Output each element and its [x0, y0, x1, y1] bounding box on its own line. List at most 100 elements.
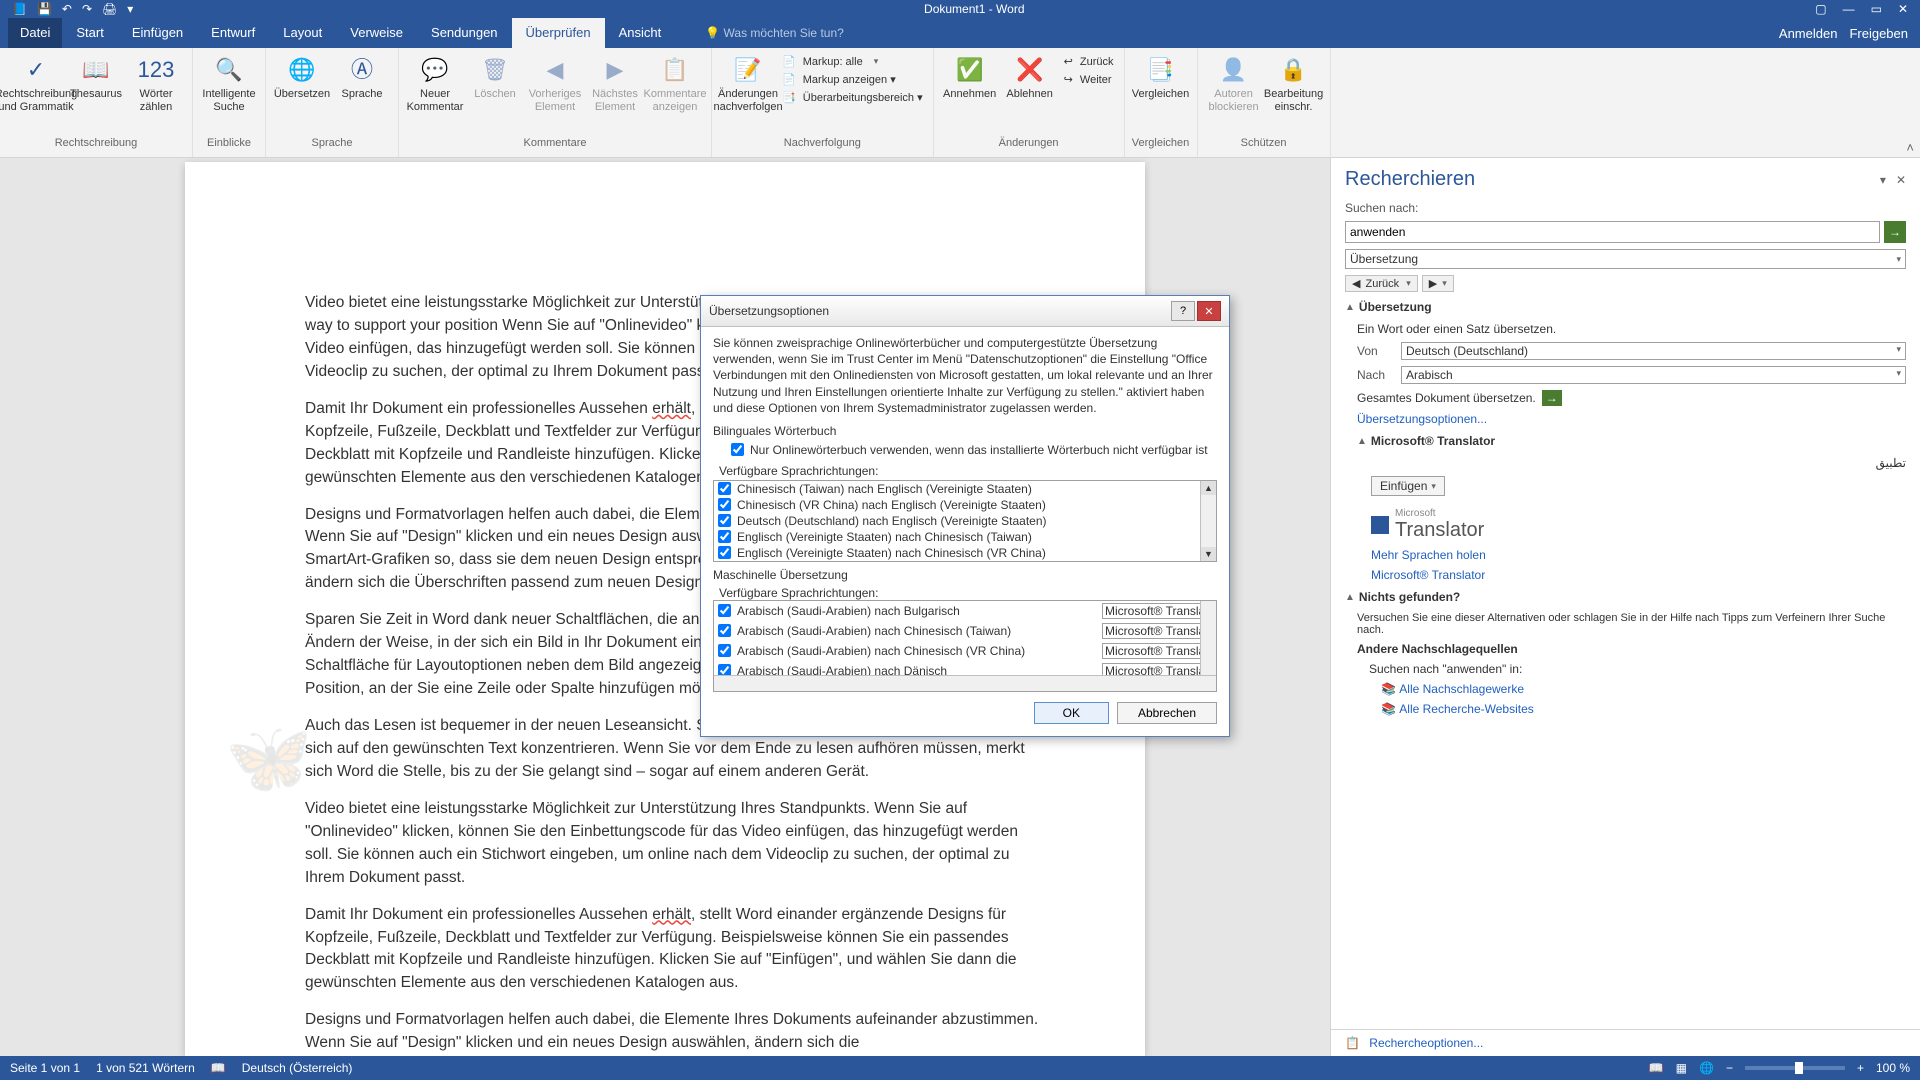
language-button[interactable]: ⒶSprache	[332, 50, 392, 101]
tab-verweise[interactable]: Verweise	[336, 18, 417, 48]
from-language-select[interactable]: Deutsch (Deutschland)▾	[1401, 342, 1906, 360]
ribbon-display-icon[interactable]: ▢	[1815, 2, 1826, 16]
translation-options-link[interactable]: Übersetzungsoptionen...	[1345, 412, 1906, 426]
prev-comment-button[interactable]: ◀Vorheriges Element	[525, 50, 585, 114]
delete-comment-button[interactable]: 🗑Löschen	[465, 50, 525, 101]
more-languages-link[interactable]: Mehr Sprachen holen	[1345, 548, 1906, 562]
all-reference-link[interactable]: 📚 Alle Nachschlagewerke	[1345, 682, 1906, 696]
close-window-icon[interactable]: ✕	[1898, 2, 1908, 16]
cancel-button[interactable]: Abbrechen	[1117, 702, 1217, 724]
undo-icon[interactable]: ↶	[62, 2, 72, 16]
thesaurus-button[interactable]: 📖Thesaurus	[66, 50, 126, 101]
list-item-checkbox[interactable]	[718, 624, 731, 637]
track-changes-button[interactable]: 📝Änderungen nachverfolgen	[718, 50, 778, 114]
print-layout-icon[interactable]: ▦	[1676, 1061, 1687, 1075]
word-count-button[interactable]: 123Wörter zählen	[126, 50, 186, 114]
list-item-label: Chinesisch (Taiwan) nach Englisch (Verei…	[737, 482, 1032, 496]
redo-icon[interactable]: ↷	[82, 2, 92, 16]
page-number-status[interactable]: Seite 1 von 1	[10, 1061, 80, 1075]
tell-me-input[interactable]: 💡 Was möchten Sie tun?	[705, 18, 844, 48]
spell-check-status-icon[interactable]: 📖	[211, 1061, 226, 1075]
bilingual-listbox[interactable]: Chinesisch (Taiwan) nach Englisch (Verei…	[713, 480, 1217, 562]
forward-button[interactable]: ▶ ▾	[1422, 275, 1454, 292]
list-item-checkbox[interactable]	[718, 514, 731, 527]
zoom-slider[interactable]	[1745, 1066, 1845, 1070]
provider-select[interactable]: Microsoft® Translatc	[1102, 603, 1212, 619]
spelling-button[interactable]: ✓Rechtschreibung und Grammatik	[6, 50, 66, 114]
research-options-link[interactable]: 📋 Rechercheoptionen...	[1331, 1029, 1920, 1056]
share-button[interactable]: Freigeben	[1849, 26, 1908, 41]
back-button[interactable]: ◀ Zurück ▾	[1345, 275, 1418, 292]
provider-select[interactable]: Microsoft® Translatc	[1102, 643, 1212, 659]
scroll-up-icon[interactable]: ▲	[1201, 481, 1216, 495]
dialog-close-icon[interactable]: ✕	[1197, 301, 1221, 321]
ms-translator-link[interactable]: Microsoft® Translator	[1345, 568, 1906, 582]
tab-start[interactable]: Start	[62, 18, 117, 48]
previous-change-button[interactable]: ↩ Zurück	[1060, 54, 1118, 69]
ok-button[interactable]: OK	[1034, 702, 1109, 724]
group-label: Rechtschreibung	[6, 137, 186, 155]
accept-button[interactable]: ✅Annehmen	[940, 50, 1000, 101]
list-item-checkbox[interactable]	[718, 530, 731, 543]
horizontal-scrollbar[interactable]	[714, 675, 1216, 691]
word-count-status[interactable]: 1 von 521 Wörtern	[96, 1061, 195, 1075]
tab-ansicht[interactable]: Ansicht	[605, 18, 676, 48]
vertical-scrollbar[interactable]	[1200, 601, 1216, 675]
not-found-node[interactable]: ▲Nichts gefunden?	[1345, 588, 1906, 606]
tree-root-translation[interactable]: ▲Übersetzung	[1345, 298, 1906, 316]
tab-sendungen[interactable]: Sendungen	[417, 18, 512, 48]
close-pane-icon[interactable]: ✕	[1896, 173, 1906, 187]
translate-doc-go-button[interactable]: →	[1542, 390, 1562, 406]
mt-listbox[interactable]: Arabisch (Saudi-Arabien) nach Bulgarisch…	[713, 600, 1217, 692]
word-icon: 📘	[12, 2, 27, 16]
show-comments-button[interactable]: 📋Kommentare anzeigen	[645, 50, 705, 114]
new-comment-button[interactable]: 💬Neuer Kommentar	[405, 50, 465, 114]
scroll-down-icon[interactable]: ▼	[1201, 547, 1216, 561]
smart-lookup-button[interactable]: 🔍Intelligente Suche	[199, 50, 259, 114]
to-language-select[interactable]: Arabisch▾	[1401, 366, 1906, 384]
language-status[interactable]: Deutsch (Österreich)	[242, 1061, 353, 1075]
all-sites-link[interactable]: 📚 Alle Recherche-Websites	[1345, 702, 1906, 716]
pane-options-icon[interactable]: ▾	[1880, 173, 1886, 187]
list-item-checkbox[interactable]	[718, 644, 731, 657]
block-authors-button[interactable]: 👤Autoren blockieren	[1204, 50, 1264, 114]
file-tab[interactable]: Datei	[8, 18, 62, 48]
reviewing-pane-button[interactable]: 📑 Überarbeitungsbereich ▾	[778, 90, 927, 105]
zoom-level[interactable]: 100 %	[1876, 1061, 1910, 1075]
tab-einfuegen[interactable]: Einfügen	[118, 18, 197, 48]
online-only-checkbox[interactable]	[731, 443, 744, 456]
list-item-checkbox[interactable]	[718, 498, 731, 511]
list-item-checkbox[interactable]	[718, 482, 731, 495]
web-layout-icon[interactable]: 🌐	[1699, 1061, 1714, 1075]
tab-ueberpruefen[interactable]: Überprüfen	[512, 18, 605, 48]
category-select[interactable]: Übersetzung▾	[1345, 249, 1906, 269]
maximize-icon[interactable]: ▭	[1871, 2, 1882, 16]
show-markup-button[interactable]: 📄 Markup anzeigen ▾	[778, 72, 927, 87]
markup-display-select[interactable]: 📄 Markup: alle ▾	[778, 54, 927, 69]
zoom-out-icon[interactable]: −	[1726, 1061, 1733, 1075]
collapse-ribbon-icon[interactable]: ˄	[1906, 140, 1914, 155]
translate-button[interactable]: 🌐Übersetzen	[272, 50, 332, 101]
tab-layout[interactable]: Layout	[269, 18, 336, 48]
search-go-button[interactable]: →	[1884, 221, 1906, 243]
list-item-checkbox[interactable]	[718, 604, 731, 617]
list-item-checkbox[interactable]	[718, 546, 731, 559]
minimize-icon[interactable]: —	[1843, 2, 1855, 16]
reject-button[interactable]: ❌Ablehnen	[1000, 50, 1060, 101]
read-mode-icon[interactable]: 📖	[1649, 1061, 1664, 1075]
provider-select[interactable]: Microsoft® Translatc	[1102, 623, 1212, 639]
insert-button[interactable]: Einfügen▾	[1371, 476, 1445, 496]
zoom-in-icon[interactable]: +	[1857, 1061, 1864, 1075]
compare-button[interactable]: 📑Vergleichen	[1131, 50, 1191, 101]
translator-node[interactable]: ▲Microsoft® Translator	[1345, 432, 1906, 450]
search-input[interactable]	[1345, 221, 1880, 243]
next-change-button[interactable]: ↪ Weiter	[1060, 72, 1118, 87]
dialog-help-icon[interactable]: ?	[1171, 301, 1195, 321]
next-comment-button[interactable]: ▶Nächstes Element	[585, 50, 645, 114]
signin-link[interactable]: Anmelden	[1779, 26, 1838, 41]
restrict-editing-button[interactable]: 🔒Bearbeitung einschr.	[1264, 50, 1324, 114]
paragraph: Damit Ihr Dokument ein professionelles A…	[305, 904, 1045, 996]
save-icon[interactable]: 💾	[37, 2, 52, 16]
tab-entwurf[interactable]: Entwurf	[197, 18, 269, 48]
print-icon[interactable]: 🖨	[102, 2, 117, 16]
